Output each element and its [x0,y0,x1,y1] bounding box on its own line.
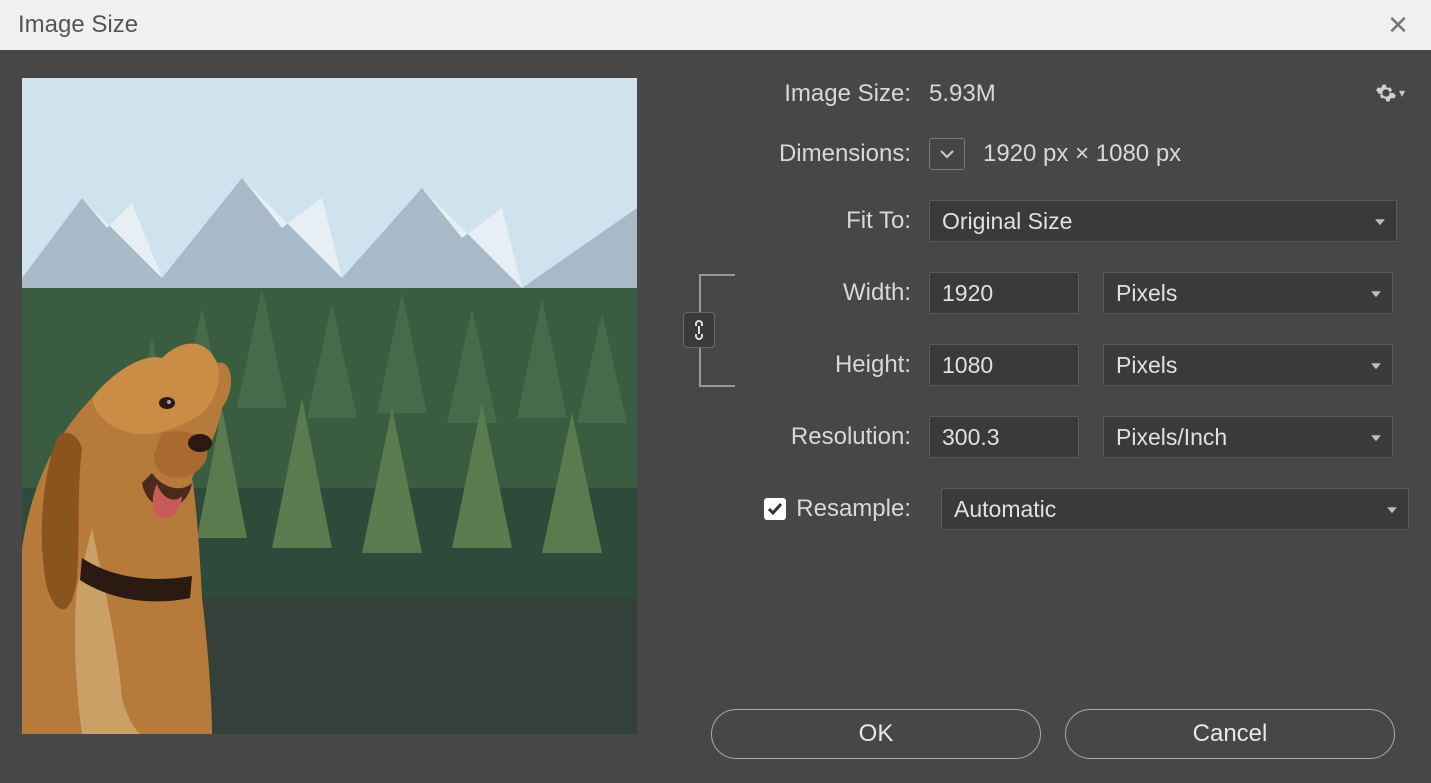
dimensions-unit-dropdown[interactable] [929,138,965,170]
settings-panel: ▾ Image Size: 5.93M Dimensions: [707,78,1409,639]
resample-checkbox[interactable] [764,498,786,520]
constrain-proportions-bracket [677,274,737,387]
titlebar: Image Size ✕ [0,0,1431,50]
image-preview[interactable] [22,78,637,734]
check-icon [767,501,783,517]
width-label: Width: [707,279,917,307]
settings-gear-button[interactable]: ▾ [1375,82,1405,104]
resample-select[interactable]: Automatic [941,488,1409,530]
image-size-label: Image Size: [707,80,917,108]
resolution-label: Resolution: [707,423,917,451]
close-icon[interactable]: ✕ [1383,10,1413,41]
resolution-unit-select[interactable]: Pixels/Inch [1103,416,1393,458]
dialog-content: ▾ Image Size: 5.93M Dimensions: [0,50,1431,783]
link-icon [692,319,706,341]
height-input[interactable] [929,344,1079,386]
gear-icon [1375,82,1397,104]
height-label: Height: [707,351,917,379]
dimensions-value: 1920 px × 1080 px [983,140,1181,168]
fit-to-select[interactable]: Original Size [929,200,1397,242]
gear-dropdown-caret: ▾ [1399,86,1405,100]
width-input[interactable] [929,272,1079,314]
dialog-title: Image Size [18,11,138,39]
height-unit-select[interactable]: Pixels [1103,344,1393,386]
image-size-value: 5.93M [929,80,996,108]
resample-label: Resample: [796,495,911,523]
fit-to-label: Fit To: [707,207,917,235]
resolution-input[interactable] [929,416,1079,458]
chevron-down-icon [940,149,954,159]
ok-button[interactable]: OK [711,709,1041,759]
width-unit-select[interactable]: Pixels [1103,272,1393,314]
cancel-button[interactable]: Cancel [1065,709,1395,759]
constrain-proportions-button[interactable] [683,312,715,348]
dimensions-label: Dimensions: [707,140,917,168]
